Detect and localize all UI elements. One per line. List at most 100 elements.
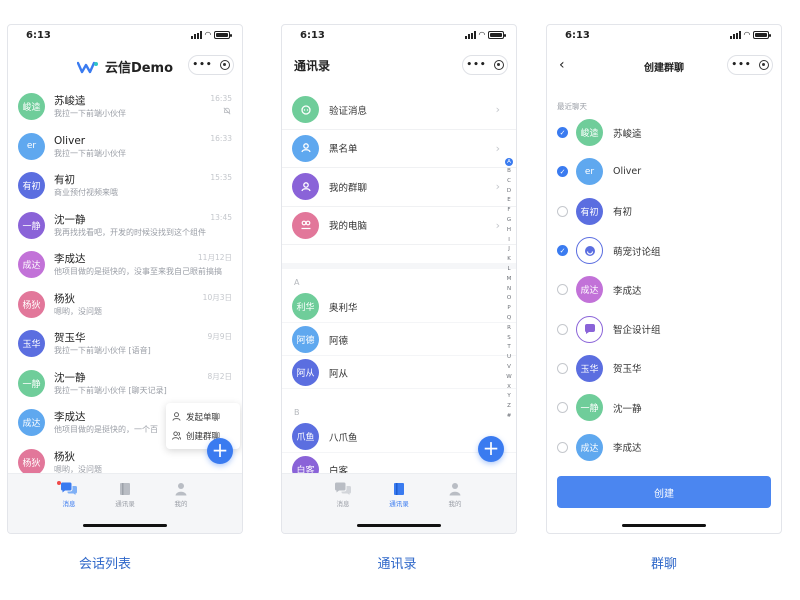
alphabet-letter[interactable]: C [507, 177, 511, 187]
alphabet-letter[interactable]: Q [507, 314, 511, 324]
mini-program-capsule[interactable]: ••• [727, 55, 773, 75]
alphabet-letter[interactable]: P [507, 304, 510, 314]
contacts-menu-item[interactable]: 我的群聊 › [282, 168, 516, 207]
alphabet-letter[interactable]: Y [507, 392, 510, 402]
alphabet-letter[interactable]: I [508, 236, 510, 246]
alphabet-letter[interactable]: M [507, 275, 512, 285]
alphabet-letter[interactable]: B [507, 167, 511, 177]
alphabet-letter[interactable]: F [507, 206, 510, 216]
my-computer-icon [292, 211, 319, 239]
verify-message-icon [292, 96, 319, 124]
menu-item-label: 黑名单 [329, 144, 358, 156]
contact-row[interactable]: 阿德 阿德 [282, 324, 516, 356]
conversation-row[interactable]: 有初 有初 商业预付视频来哦 15:35 [8, 166, 242, 206]
last-message: 他项目做的是挺快的，没事至来我自己眼前搞搞 [54, 267, 222, 277]
alphabet-letter[interactable]: W [506, 373, 511, 383]
member-pick-row[interactable]: ✓ 萌宠讨论组 [547, 231, 781, 270]
avatar: 一静 [576, 394, 603, 422]
alphabet-letter[interactable]: U [507, 353, 511, 363]
avatar: 峻逵 [18, 93, 45, 121]
section-header-b: B [294, 408, 300, 417]
alphabet-letter[interactable]: O [507, 294, 511, 304]
unchecked-circle-icon[interactable] [557, 284, 568, 296]
checked-circle-icon[interactable]: ✓ [557, 127, 568, 139]
last-message: 商业预付视频来哦 [54, 188, 118, 198]
member-pick-row[interactable]: 智企设计组 [547, 310, 781, 349]
unchecked-circle-icon[interactable] [557, 441, 568, 453]
alphabet-letter[interactable]: Z [507, 402, 511, 412]
alphabet-letter[interactable]: S [507, 334, 511, 344]
alphabet-letter[interactable]: E [507, 196, 510, 206]
alphabet-letter[interactable]: R [507, 324, 511, 334]
avatar: 杨狄 [18, 290, 45, 318]
member-pick-row[interactable]: 成达 李成达 [547, 270, 781, 309]
alphabet-letter[interactable]: A [505, 158, 513, 166]
tab-messages[interactable]: 消息 [329, 482, 357, 533]
contacts-menu-item[interactable]: 黑名单 › [282, 130, 516, 168]
create-group-button[interactable]: 创建 [557, 476, 771, 508]
close-target-icon[interactable] [758, 60, 769, 70]
unchecked-circle-icon[interactable] [557, 205, 568, 217]
contacts-menu-item[interactable]: 我的电脑 › [282, 207, 516, 245]
alphabet-letter[interactable]: G [507, 216, 511, 226]
menu-item-label: 我的群聊 [329, 182, 368, 194]
alphabet-letter[interactable]: L [507, 265, 510, 275]
add-fab-button[interactable]: + [478, 436, 504, 462]
signal-icon [729, 31, 741, 39]
more-dots-icon[interactable]: ••• [731, 61, 751, 70]
member-pick-row[interactable]: ✓ 峻逵 苏峻逵 [547, 113, 781, 152]
member-pick-row[interactable]: 一静 沈一静 [547, 388, 781, 427]
conversation-row[interactable]: 一静 沈一静 我再找找看吧，开发的时候没找到这个组件 13:45 [8, 206, 242, 246]
alphabet-letter[interactable]: T [507, 343, 510, 353]
mini-program-capsule[interactable]: ••• [188, 55, 234, 75]
alphabet-letter[interactable]: H [507, 226, 511, 236]
member-pick-row[interactable]: ✓ er Oliver [547, 152, 781, 191]
conversation-text: 贺玉华 我拉一下前端小伙伴 [语音] [54, 331, 232, 356]
unchecked-circle-icon[interactable] [557, 402, 568, 414]
more-dots-icon[interactable]: ••• [466, 61, 486, 70]
unchecked-circle-icon[interactable] [557, 323, 568, 335]
conversation-row[interactable]: 成达 李成达 他项目做的是挺快的，没事至来我自己眼前搞搞 11月12日 [8, 245, 242, 285]
wifi-icon: ◠ [204, 30, 211, 39]
tab-contacts-label: 通讯录 [389, 500, 409, 508]
start-single-chat-item[interactable]: 发起单聊 [172, 407, 234, 426]
contacts-menu-item[interactable]: 验证消息 › [282, 91, 516, 130]
alphabet-letter[interactable]: V [507, 363, 511, 373]
alphabet-letter[interactable]: D [507, 187, 511, 197]
alphabet-letter[interactable]: K [507, 255, 511, 265]
member-pick-row[interactable]: 成达 李成达 [547, 427, 781, 466]
contact-row[interactable]: 阿从 阿从 [282, 357, 516, 389]
avatar: 一静 [18, 369, 45, 397]
contact-name: 阿德 [329, 335, 349, 347]
close-target-icon[interactable] [219, 60, 230, 70]
checked-circle-icon[interactable]: ✓ [557, 166, 568, 178]
conversation-row[interactable]: er Oliver 我拉一下前端小伙伴 16:33 [8, 127, 242, 167]
add-fab-button[interactable]: + [207, 438, 233, 464]
alphabet-letter[interactable]: # [507, 412, 512, 422]
unread-dot [57, 481, 61, 485]
unchecked-circle-icon[interactable] [557, 362, 568, 374]
tab-messages[interactable]: 消息 [55, 481, 83, 533]
close-target-icon[interactable] [493, 60, 504, 70]
mini-program-capsule[interactable]: ••• [462, 55, 508, 75]
contacts-book-icon [120, 483, 130, 495]
more-dots-icon[interactable]: ••• [192, 61, 212, 70]
conversation-row[interactable]: 玉华 贺玉华 我拉一下前端小伙伴 [语音] 9月9日 [8, 324, 242, 364]
member-pick-row[interactable]: 有初 有初 [547, 192, 781, 231]
conversation-row[interactable]: 杨狄 杨狄 嗯哟，没问题 10月3日 [8, 285, 242, 325]
alphabet-letter[interactable]: X [507, 383, 511, 393]
member-pick-row[interactable]: 玉华 贺玉华 [547, 349, 781, 388]
alphabet-index[interactable]: A B C D E F G H I J K L M N O P Q R S T U V W X Y Z # [505, 158, 513, 422]
checked-circle-icon[interactable]: ✓ [557, 245, 568, 257]
contact-row[interactable]: 利华 奥利华 [282, 291, 516, 323]
alphabet-letter[interactable]: J [508, 245, 510, 255]
avatar: 成达 [18, 251, 45, 279]
alphabet-letter[interactable]: N [507, 285, 511, 295]
conversation-row[interactable]: 一静 沈一静 我拉一下前端小伙伴 [聊天记录] 8月2日 [8, 364, 242, 404]
caption-conversation-list: 会话列表 [78, 557, 131, 572]
conversation-row[interactable]: 峻逵 苏峻逵 我拉一下前端小伙伴 16:35 [8, 87, 242, 127]
tab-me[interactable]: 我的 [167, 482, 195, 533]
member-name: Oliver [613, 166, 642, 178]
tab-me[interactable]: 我的 [441, 482, 469, 533]
avatar: 有初 [576, 197, 603, 225]
